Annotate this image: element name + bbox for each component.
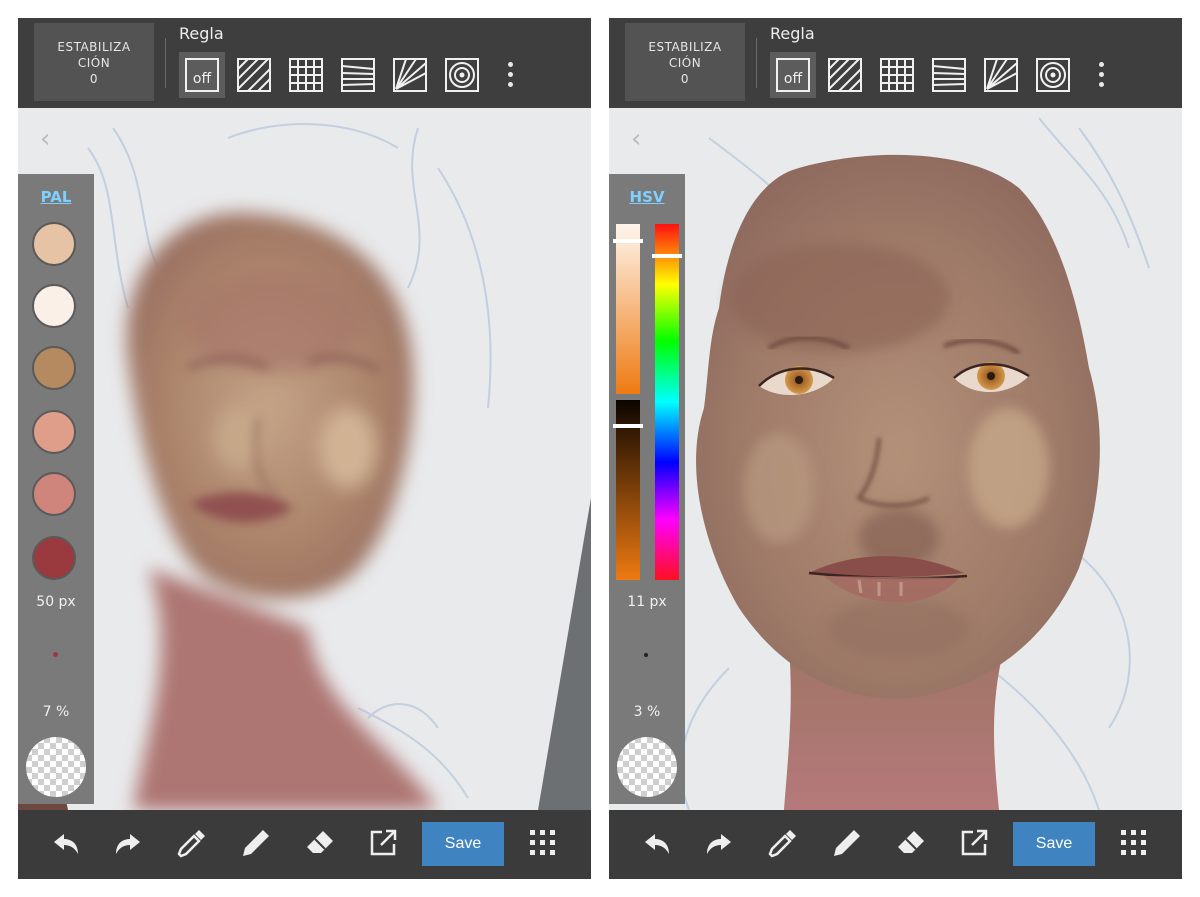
drawing-canvas[interactable]: [609, 108, 1182, 810]
stabilization-label-cont: CIÓN: [668, 56, 702, 70]
ruler-perspective-button[interactable]: [926, 52, 972, 98]
opacity-label[interactable]: 7 %: [18, 704, 94, 720]
export-icon[interactable]: [366, 826, 400, 860]
export-icon[interactable]: [957, 826, 991, 860]
ruler-off-button[interactable]: off: [770, 52, 816, 98]
color-swatch[interactable]: [32, 346, 76, 390]
left-screenshot: ESTABILIZA CIÓN 0 Regla off ‹ PAL 50 px …: [18, 18, 591, 879]
pencil-icon[interactable]: [830, 826, 864, 860]
eraser-icon[interactable]: [303, 826, 337, 860]
color-swatch[interactable]: [32, 536, 76, 580]
eraser-icon[interactable]: [894, 826, 928, 860]
stabilization-button[interactable]: ESTABILIZA CIÓN 0: [34, 23, 154, 101]
save-button[interactable]: Save: [1013, 822, 1095, 866]
stabilization-value: 0: [680, 72, 690, 86]
brush-size-label[interactable]: 11 px: [609, 594, 685, 610]
concentric-circles-icon: [1036, 58, 1070, 92]
perspective-lines-icon: [932, 58, 966, 92]
ruler-parallel-button[interactable]: [822, 52, 868, 98]
brush-size-preview: [53, 652, 58, 657]
hue-handle: [652, 254, 682, 258]
ruler-grid-button[interactable]: [874, 52, 920, 98]
saturation-slider: [616, 224, 640, 394]
back-chevron-icon[interactable]: ‹: [631, 124, 641, 154]
ruler-off-icon: off: [776, 58, 810, 92]
stabilization-button[interactable]: ESTABILIZA CIÓN 0: [625, 23, 745, 101]
value-handle: [613, 424, 643, 428]
redo-icon[interactable]: [112, 826, 146, 860]
stabilization-label: ESTABILIZA: [57, 40, 131, 54]
color-swatch[interactable]: [32, 284, 76, 328]
undo-icon[interactable]: [48, 826, 82, 860]
ruler-radial-button[interactable]: [387, 52, 433, 98]
bottom-toolbar: Save: [609, 810, 1182, 879]
perspective-lines-icon: [341, 58, 375, 92]
saturation-handle: [613, 239, 643, 243]
bottom-toolbar: Save: [18, 810, 591, 879]
parallel-lines-icon: [828, 58, 862, 92]
grid-icon: [289, 58, 323, 92]
more-options-icon[interactable]: [500, 62, 520, 94]
svg-text:off: off: [784, 71, 803, 87]
redo-icon[interactable]: [703, 826, 737, 860]
stabilization-label: ESTABILIZA: [648, 40, 722, 54]
color-mode-toggle[interactable]: PAL: [18, 188, 94, 206]
grid-icon: [880, 58, 914, 92]
menu-grid-icon[interactable]: [1117, 826, 1151, 860]
eyedropper-icon[interactable]: [766, 826, 800, 860]
palette-panel: PAL 50 px 7 %: [18, 174, 94, 804]
ruler-grid-button[interactable]: [283, 52, 329, 98]
eyedropper-icon[interactable]: [175, 826, 209, 860]
parallel-lines-icon: [237, 58, 271, 92]
drawing-canvas[interactable]: [18, 108, 591, 810]
painted-face-artwork: [609, 108, 1182, 810]
hue-slider: [655, 224, 679, 580]
blurred-face-artwork: [18, 108, 591, 810]
ruler-off-button[interactable]: off: [179, 52, 225, 98]
stabilization-label-cont: CIÓN: [77, 56, 111, 70]
ruler-label: Regla: [770, 24, 815, 43]
right-screenshot: ESTABILIZA CIÓN 0 Regla off ‹ HSV 11 px …: [609, 18, 1182, 879]
brush-size-label[interactable]: 50 px: [18, 594, 94, 610]
toolbar-divider: [165, 38, 166, 88]
color-swatch[interactable]: [32, 222, 76, 266]
radial-lines-icon: [984, 58, 1018, 92]
back-chevron-icon[interactable]: ‹: [40, 124, 50, 154]
ruler-perspective-button[interactable]: [335, 52, 381, 98]
concentric-circles-icon: [445, 58, 479, 92]
toolbar-divider: [756, 38, 757, 88]
color-swatch[interactable]: [32, 472, 76, 516]
hsv-panel: HSV 11 px 3 %: [609, 174, 685, 804]
more-options-icon[interactable]: [1091, 62, 1111, 94]
opacity-label[interactable]: 3 %: [609, 704, 685, 720]
undo-icon[interactable]: [639, 826, 673, 860]
ruler-concentric-button[interactable]: [439, 52, 485, 98]
pencil-icon[interactable]: [239, 826, 273, 860]
color-mode-toggle[interactable]: HSV: [609, 188, 685, 206]
menu-grid-icon[interactable]: [526, 826, 560, 860]
svg-text:off: off: [193, 71, 212, 87]
layer-transparency-button[interactable]: [617, 737, 677, 797]
top-toolbar: ESTABILIZA CIÓN 0 Regla off: [609, 18, 1182, 108]
radial-lines-icon: [393, 58, 427, 92]
color-swatch[interactable]: [32, 410, 76, 454]
ruler-radial-button[interactable]: [978, 52, 1024, 98]
ruler-concentric-button[interactable]: [1030, 52, 1076, 98]
layer-transparency-button[interactable]: [26, 737, 86, 797]
hsv-sliders[interactable]: [609, 214, 685, 584]
stabilization-value: 0: [89, 72, 99, 86]
ruler-parallel-button[interactable]: [231, 52, 277, 98]
ruler-label: Regla: [179, 24, 224, 43]
save-button[interactable]: Save: [422, 822, 504, 866]
brush-size-preview: [644, 653, 648, 657]
ruler-off-icon: off: [185, 58, 219, 92]
top-toolbar: ESTABILIZA CIÓN 0 Regla off: [18, 18, 591, 108]
